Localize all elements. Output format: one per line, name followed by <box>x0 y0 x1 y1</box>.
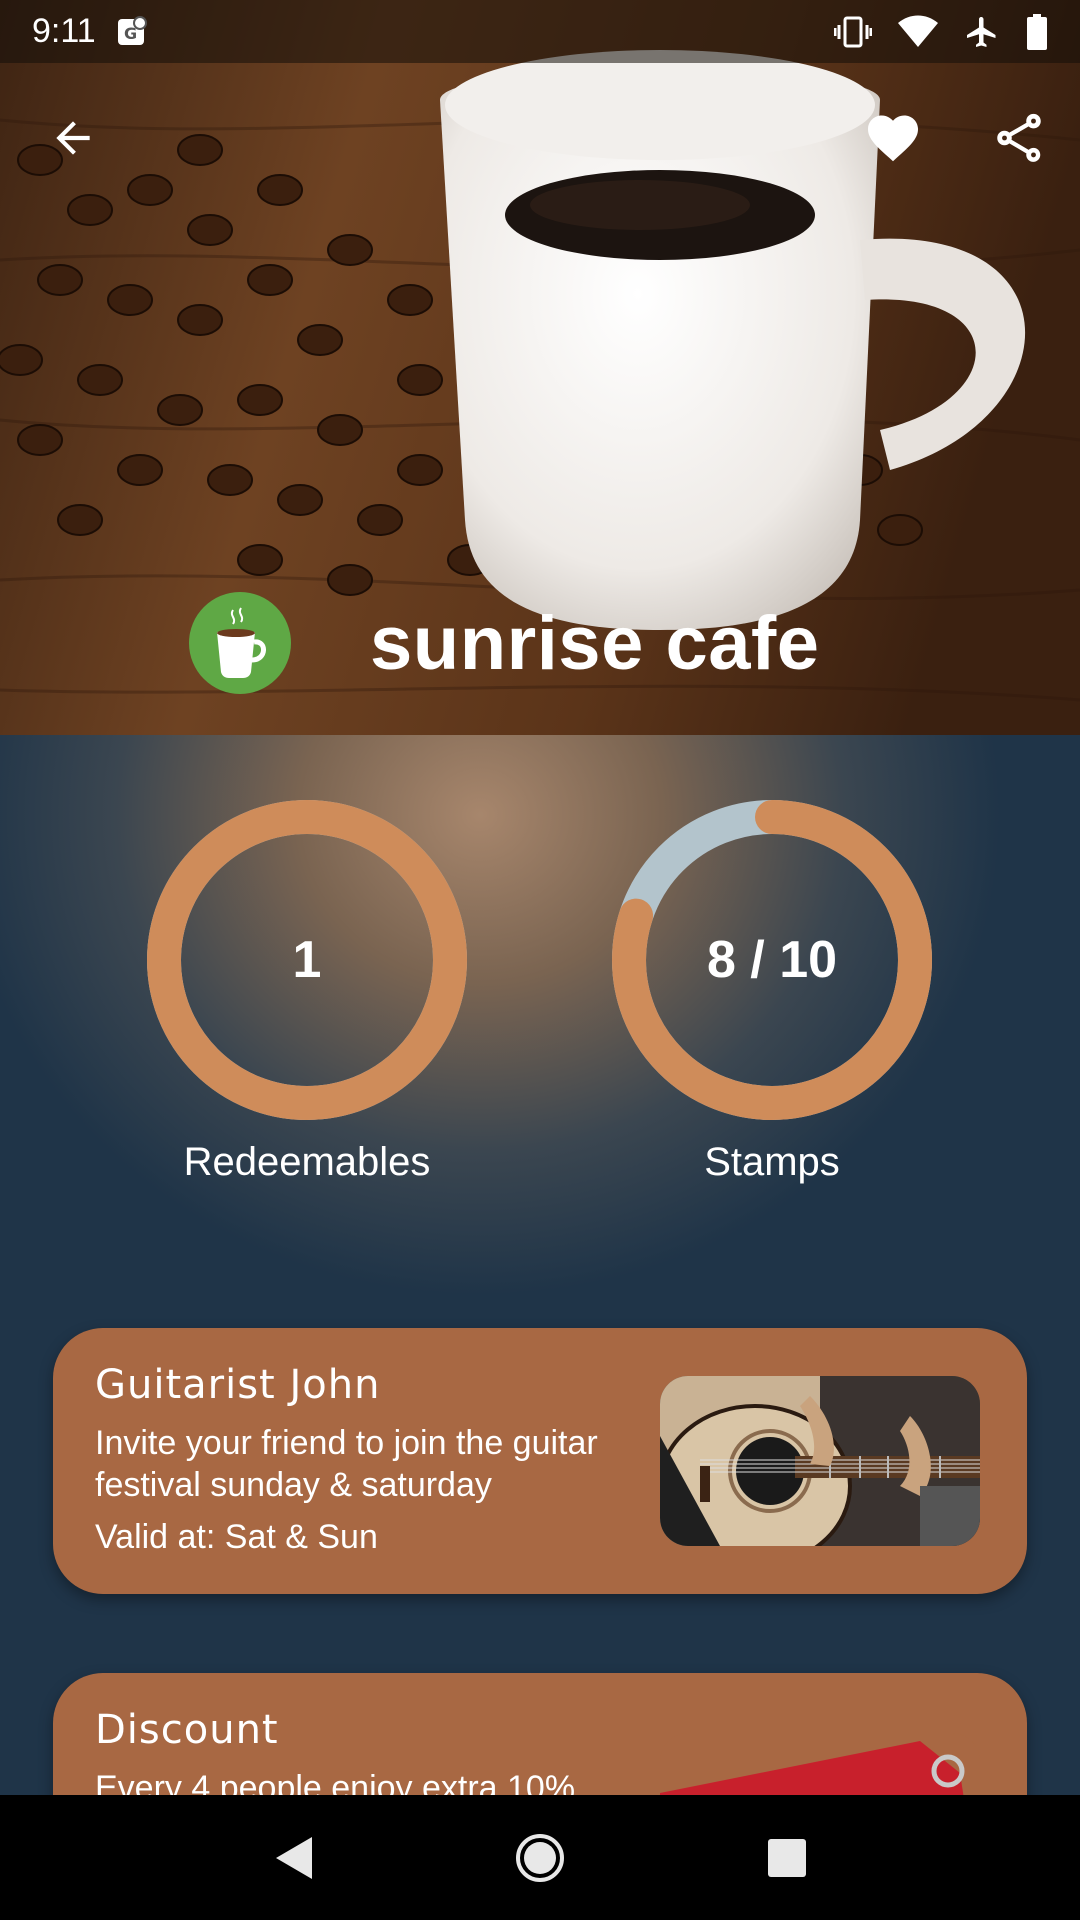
nav-recents-button[interactable] <box>747 1818 827 1898</box>
system-nav-bar <box>0 1795 1080 1920</box>
share-icon <box>997 113 1041 162</box>
card-description: Invite your friend to join the guitar fe… <box>95 1424 598 1504</box>
redeemables-stat[interactable]: 1 Redeemables <box>147 800 467 1185</box>
favorite-button[interactable] <box>860 105 926 171</box>
stamps-label: Stamps <box>704 1140 840 1184</box>
cafe-logo <box>189 592 291 694</box>
stamps-stat[interactable]: 8 / 10 Stamps <box>612 800 932 1185</box>
card-title: Discount <box>95 1707 279 1753</box>
wifi-icon <box>898 15 938 49</box>
card-title: Guitarist John <box>95 1362 381 1408</box>
card-valid-days: Valid at: Sat & Sun <box>95 1518 378 1556</box>
heart-icon <box>868 115 918 162</box>
guitar-image <box>660 1376 980 1546</box>
promo-card-guitarist[interactable]: Guitarist John Invite your friend to joi… <box>53 1328 1027 1594</box>
cafe-name: sunrise cafe <box>370 601 820 686</box>
status-bar: 9:11 G <box>0 0 1080 63</box>
hero-header: sunrise cafe <box>0 0 1080 735</box>
stamps-value: 8 / 10 <box>706 931 838 989</box>
battery-icon <box>1026 13 1048 50</box>
back-button[interactable] <box>40 105 106 171</box>
redeemables-label: Redeemables <box>183 1140 431 1184</box>
back-nav-icon <box>276 1836 313 1879</box>
vibrate-icon <box>834 15 872 49</box>
coffee-cup-icon <box>217 607 266 678</box>
redeemables-value: 1 <box>292 931 322 989</box>
back-arrow-icon <box>56 121 90 155</box>
status-time: 9:11 <box>32 12 96 50</box>
stamps-ring: 8 / 10 <box>612 800 932 1120</box>
redeemables-ring: 1 <box>147 800 467 1120</box>
share-button[interactable] <box>984 103 1054 173</box>
nav-home-button[interactable] <box>500 1818 580 1898</box>
recents-nav-icon <box>767 1838 806 1877</box>
nav-back-button[interactable] <box>253 1818 333 1898</box>
home-nav-icon <box>515 1833 564 1882</box>
airplane-icon <box>964 14 1000 50</box>
maps-notification-icon: G <box>116 15 148 49</box>
